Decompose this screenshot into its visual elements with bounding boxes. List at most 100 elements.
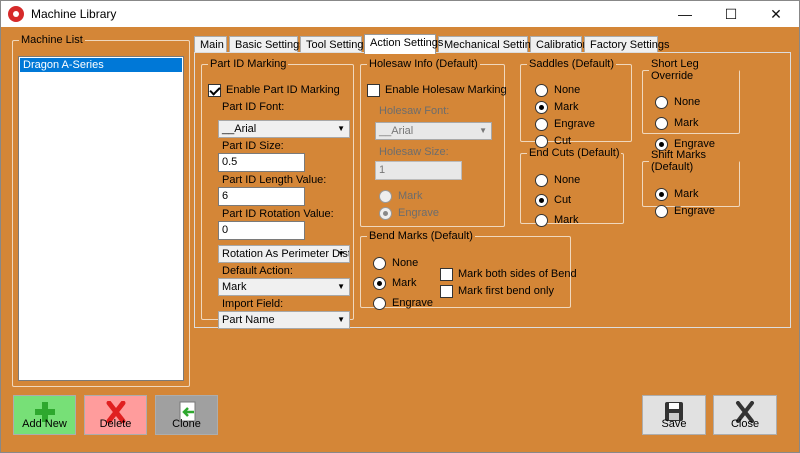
end-cuts-cut-label: Cut — [554, 194, 572, 206]
saddles-mark-dot[interactable] — [535, 101, 548, 114]
holesaw-legend: Holesaw Info (Default) — [369, 58, 478, 70]
default-action-value: Mark — [222, 281, 247, 293]
end-cuts-none-dot[interactable] — [535, 174, 548, 187]
mark-both-sides-box[interactable] — [440, 268, 453, 281]
shift-marks-engrave-label: Engrave — [674, 205, 715, 217]
holesaw-size-input[interactable]: 1 — [375, 161, 462, 180]
add-new-button[interactable]: Add New — [13, 395, 76, 435]
part-id-size-label: Part ID Size: — [222, 140, 284, 152]
bend-none-label: None — [392, 257, 419, 269]
tab-action-settings[interactable]: Action Settings — [364, 34, 443, 54]
mark-first-bend-label: Mark first bend only — [458, 285, 554, 297]
chevron-down-icon: ▼ — [337, 282, 345, 291]
end-cuts-group: End Cuts (Default) None Cut Mark — [520, 147, 624, 227]
default-action-combo[interactable]: Mark ▼ — [218, 278, 350, 296]
app-icon — [8, 6, 24, 22]
holesaw-size-label: Holesaw Size: — [379, 146, 449, 158]
import-field-value: Part Name — [222, 314, 275, 326]
short-leg-legend: Short Leg Override — [651, 58, 699, 82]
minimize-button[interactable]: — — [662, 1, 708, 27]
saddles-none-label: None — [554, 84, 581, 96]
holesaw-font-label: Holesaw Font: — [379, 105, 450, 117]
holesaw-engrave-label: Engrave — [398, 207, 439, 219]
part-id-rotation-input[interactable]: 0 — [218, 221, 305, 240]
short-leg-override-group: Short Leg Override None Mark Engrave — [642, 58, 740, 151]
chevron-down-icon: ▼ — [337, 315, 345, 324]
shift-marks-mark-label: Mark — [674, 188, 699, 200]
title-bar: Machine Library — ☐ ✕ — [1, 1, 799, 27]
end-cuts-none-label: None — [554, 174, 581, 186]
machine-list-group: Machine List Dragon A-Series — [12, 34, 190, 387]
clone-button[interactable]: Clone — [155, 395, 218, 435]
bend-engrave-label: Engrave — [392, 297, 433, 309]
enable-holesaw-box[interactable] — [367, 84, 380, 97]
end-cuts-legend: End Cuts (Default) — [529, 147, 620, 159]
part-id-size-input[interactable]: 0.5 — [218, 153, 305, 172]
short-leg-none-label: None — [674, 96, 701, 108]
window-title: Machine Library — [31, 7, 117, 21]
bend-none-dot[interactable] — [373, 257, 386, 270]
rotation-mode-value: Rotation As Perimeter Dista — [222, 248, 350, 260]
part-id-font-label: Part ID Font: — [222, 101, 285, 113]
machine-list-legend: Machine List — [21, 34, 83, 46]
holesaw-mark-dot[interactable] — [379, 190, 392, 203]
action-settings-panel: Part ID Marking Enable Part ID Marking P… — [194, 52, 791, 329]
close-button[interactable]: Close — [713, 395, 777, 435]
holesaw-mark-label: Mark — [398, 190, 423, 202]
mark-both-sides-label: Mark both sides of Bend — [458, 268, 577, 280]
save-button[interactable]: Save — [642, 395, 706, 435]
mark-first-bend-box[interactable] — [440, 285, 453, 298]
add-new-label: Add New — [22, 418, 67, 430]
bend-mark-dot[interactable] — [373, 277, 386, 290]
end-cuts-mark-dot[interactable] — [535, 214, 548, 227]
part-id-font-value: __Arial — [222, 123, 257, 135]
chevron-down-icon: ▼ — [337, 124, 345, 133]
machine-list-item[interactable]: Dragon A-Series — [20, 58, 182, 72]
end-cuts-mark-label: Mark — [554, 214, 579, 226]
part-id-length-input[interactable]: 6 — [218, 187, 305, 206]
delete-button[interactable]: Delete — [84, 395, 147, 435]
saddles-none-dot[interactable] — [535, 84, 548, 97]
close-window-button[interactable]: ✕ — [753, 1, 799, 27]
bend-marks-group: Bend Marks (Default) None Mark Engrave M… — [360, 230, 577, 310]
enable-part-id-box[interactable] — [208, 84, 221, 97]
short-leg-mark-dot[interactable] — [655, 117, 668, 130]
part-id-font-combo[interactable]: __Arial ▼ — [218, 120, 350, 138]
import-field-label: Import Field: — [222, 298, 284, 310]
short-leg-none-dot[interactable] — [655, 96, 668, 109]
enable-holesaw-label: Enable Holesaw Marking — [385, 84, 507, 96]
import-field-combo[interactable]: Part Name ▼ — [218, 311, 350, 329]
holesaw-font-combo[interactable]: __Arial ▼ — [375, 122, 492, 140]
shift-marks-mark-dot[interactable] — [655, 188, 668, 201]
saddles-mark-label: Mark — [554, 101, 579, 113]
holesaw-info-group: Holesaw Info (Default) Enable Holesaw Ma… — [360, 58, 507, 227]
clone-label: Clone — [172, 418, 201, 430]
bend-engrave-dot[interactable] — [373, 297, 386, 310]
part-id-marking-group: Part ID Marking Enable Part ID Marking P… — [201, 58, 354, 329]
part-id-legend: Part ID Marking — [210, 58, 287, 70]
shift-marks-legend: Shift Marks (Default) — [651, 149, 707, 173]
saddles-group: Saddles (Default) None Mark Engrave Cut — [520, 58, 632, 148]
saddles-legend: Saddles (Default) — [529, 58, 614, 70]
machine-library-window: Machine Library — ☐ ✕ Machine List Drago… — [0, 0, 800, 453]
part-id-rotation-label: Part ID Rotation Value: — [222, 208, 334, 220]
close-label: Close — [730, 418, 760, 430]
maximize-button[interactable]: ☐ — [708, 1, 754, 27]
short-leg-mark-label: Mark — [674, 117, 699, 129]
enable-part-id-label: Enable Part ID Marking — [226, 84, 340, 96]
rotation-mode-combo[interactable]: Rotation As Perimeter Dista ▼ — [218, 245, 350, 263]
shift-marks-engrave-dot[interactable] — [655, 205, 668, 218]
saddles-engrave-label: Engrave — [554, 118, 595, 130]
machine-listbox[interactable]: Dragon A-Series — [18, 56, 184, 381]
bend-mark-label: Mark — [392, 277, 417, 289]
end-cuts-cut-dot[interactable] — [535, 194, 548, 207]
save-label: Save — [661, 418, 687, 430]
delete-label: Delete — [99, 418, 132, 430]
bend-marks-legend: Bend Marks (Default) — [369, 230, 473, 242]
default-action-label: Default Action: — [222, 265, 293, 277]
holesaw-engrave-dot[interactable] — [379, 207, 392, 220]
saddles-engrave-dot[interactable] — [535, 118, 548, 131]
holesaw-font-value: __Arial — [379, 125, 414, 137]
chevron-down-icon: ▼ — [479, 126, 487, 135]
shift-marks-group: Shift Marks (Default) Mark Engrave — [642, 149, 740, 218]
